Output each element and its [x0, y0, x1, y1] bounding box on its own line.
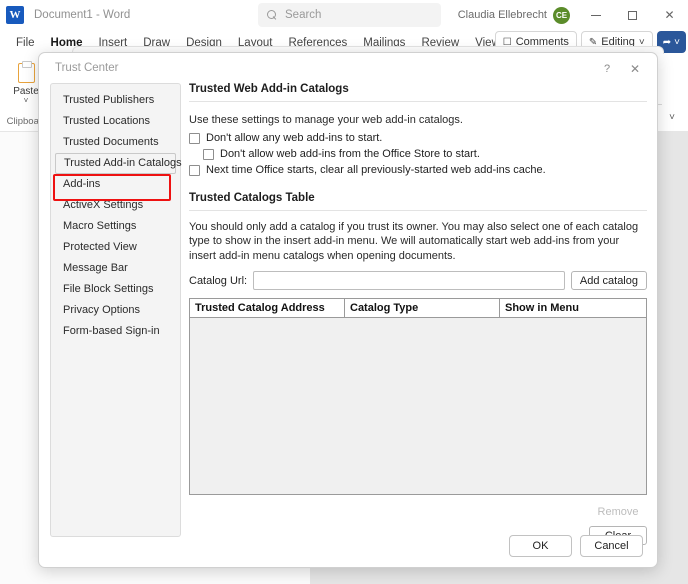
- column-header-catalog-type[interactable]: Catalog Type: [345, 299, 500, 317]
- share-icon: ➦: [663, 37, 671, 48]
- catalogs-table-description: You should only add a catalog if you tru…: [189, 220, 647, 264]
- trust-center-category-list: Trusted Publishers Trusted Locations Tru…: [50, 83, 181, 537]
- sidebar-item-trusted-locations[interactable]: Trusted Locations: [51, 111, 180, 132]
- remove-button[interactable]: Remove: [589, 502, 647, 521]
- close-button[interactable]: ✕: [651, 0, 688, 30]
- maximize-button[interactable]: [614, 0, 651, 30]
- checkbox-label-clear-cache: Next time Office starts, clear all previ…: [206, 164, 546, 176]
- sidebar-item-form-based-sign-in[interactable]: Form-based Sign-in: [51, 321, 180, 342]
- trusted-catalogs-table[interactable]: Trusted Catalog Address Catalog Type Sho…: [189, 298, 647, 495]
- sidebar-item-trusted-documents[interactable]: Trusted Documents: [51, 132, 180, 153]
- catalog-url-input[interactable]: [253, 271, 565, 290]
- sidebar-item-file-block-settings[interactable]: File Block Settings: [51, 279, 180, 300]
- checkbox-label-disallow-all-addins: Don't allow any web add-ins to start.: [206, 132, 382, 144]
- close-icon[interactable]: ✕: [625, 60, 645, 78]
- sidebar-item-add-ins[interactable]: Add-ins: [51, 174, 180, 195]
- dialog-title: Trust Center: [55, 62, 118, 74]
- sidebar-item-message-bar[interactable]: Message Bar: [51, 258, 180, 279]
- search-icon: [267, 10, 278, 21]
- minimize-button[interactable]: [577, 0, 614, 30]
- chevron-down-icon[interactable]: ˅: [669, 112, 675, 123]
- document-title: Document1 - Word: [34, 9, 130, 21]
- cancel-button[interactable]: Cancel: [580, 535, 643, 557]
- maximize-icon: [628, 11, 637, 20]
- column-header-show-in-menu[interactable]: Show in Menu: [500, 299, 646, 317]
- checkbox-row-disallow-all-addins[interactable]: Don't allow any web add-ins to start.: [189, 132, 647, 144]
- checkbox-row-clear-cache[interactable]: Next time Office starts, clear all previ…: [189, 164, 647, 176]
- trust-center-dialog: Trust Center ? ✕ Trusted Publishers Trus…: [38, 52, 658, 568]
- checkbox-clear-cache[interactable]: [189, 165, 200, 176]
- search-placeholder: Search: [285, 9, 321, 21]
- chevron-down-icon: ˅: [674, 37, 680, 48]
- catalog-url-label: Catalog Url:: [189, 275, 247, 287]
- ok-button[interactable]: OK: [509, 535, 572, 557]
- dialog-footer: OK Cancel: [39, 535, 658, 557]
- account-info[interactable]: Claudia Ellebrecht CE: [458, 0, 570, 30]
- column-header-trusted-catalog-address[interactable]: Trusted Catalog Address: [190, 299, 345, 317]
- chevron-down-icon[interactable]: ˅: [24, 97, 29, 105]
- checkbox-disallow-office-store[interactable]: [203, 149, 214, 160]
- table-body-empty[interactable]: [190, 318, 646, 494]
- minimize-icon: [591, 15, 601, 16]
- section-heading-web-addin-catalogs: Trusted Web Add-in Catalogs: [189, 83, 647, 95]
- sidebar-item-protected-view[interactable]: Protected View: [51, 237, 180, 258]
- section-divider: [189, 210, 647, 211]
- account-name: Claudia Ellebrecht: [458, 9, 547, 21]
- web-addin-intro-text: Use these settings to manage your web ad…: [189, 113, 647, 128]
- checkbox-label-disallow-office-store: Don't allow web add-ins from the Office …: [220, 148, 480, 160]
- sidebar-item-privacy-options[interactable]: Privacy Options: [51, 300, 180, 321]
- sidebar-item-trusted-publishers[interactable]: Trusted Publishers: [51, 90, 180, 111]
- help-icon[interactable]: ?: [597, 60, 617, 78]
- word-logo-icon: [6, 6, 24, 24]
- sidebar-item-macro-settings[interactable]: Macro Settings: [51, 216, 180, 237]
- sidebar-item-activex-settings[interactable]: ActiveX Settings: [51, 195, 180, 216]
- sidebar-item-trusted-add-in-catalogs[interactable]: Trusted Add-in Catalogs: [55, 153, 176, 174]
- section-heading-catalogs-table: Trusted Catalogs Table: [189, 192, 647, 204]
- section-divider: [189, 101, 647, 102]
- trust-center-content-pane: Trusted Web Add-in Catalogs Use these se…: [189, 83, 647, 537]
- avatar[interactable]: CE: [553, 7, 570, 24]
- checkbox-disallow-all-addins[interactable]: [189, 133, 200, 144]
- clipboard-icon: [18, 63, 35, 83]
- search-input[interactable]: Search: [258, 3, 441, 27]
- catalog-url-row: Catalog Url: Add catalog: [189, 271, 647, 290]
- table-header-row: Trusted Catalog Address Catalog Type Sho…: [190, 299, 646, 318]
- tab-file[interactable]: File: [8, 37, 43, 49]
- add-catalog-button[interactable]: Add catalog: [571, 271, 647, 290]
- checkbox-row-disallow-office-store[interactable]: Don't allow web add-ins from the Office …: [203, 148, 647, 160]
